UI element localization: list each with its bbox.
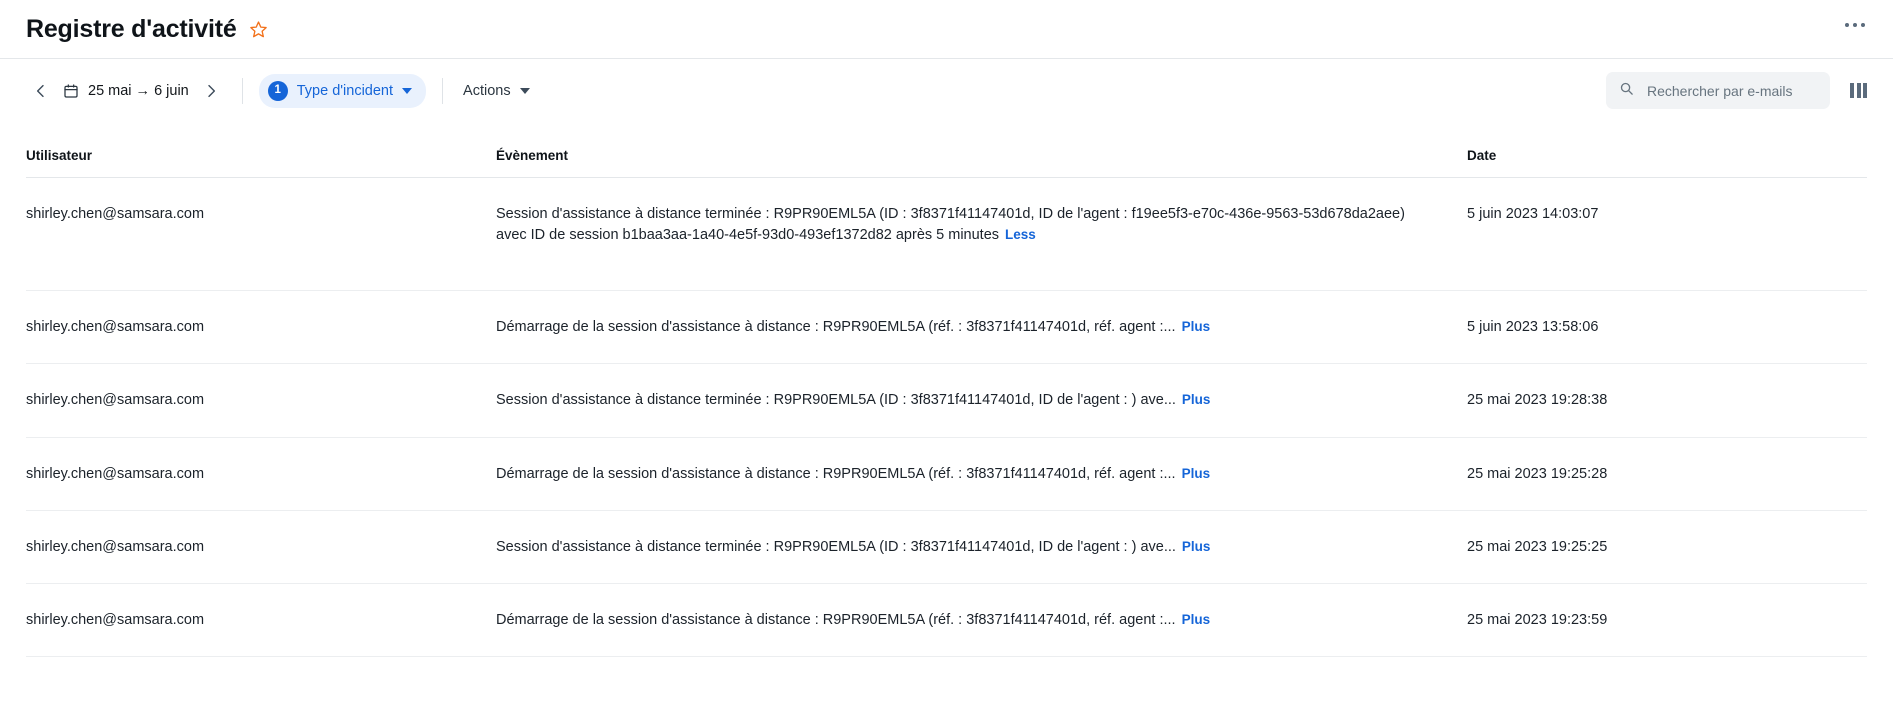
cell-event: Session d'assistance à distance terminée…	[496, 363, 1447, 438]
table-row: shirley.chen@samsara.com Démarrage de la…	[26, 437, 1867, 511]
cell-user: shirley.chen@samsara.com	[26, 177, 496, 292]
filter-chip-label: Type d'incident	[296, 82, 394, 99]
toolbar-divider-left	[241, 77, 243, 104]
cell-user: shirley.chen@samsara.com	[26, 437, 496, 511]
toggle-event-detail-link[interactable]: Plus	[1182, 612, 1211, 627]
column-bar	[1856, 83, 1861, 98]
toggle-event-detail-link[interactable]: Plus	[1182, 466, 1211, 481]
filter-chip-incident-type[interactable]: 1 Type d'incident	[258, 73, 427, 108]
chevron-down-icon	[402, 87, 413, 94]
activity-table: Utilisateur Évènement Date shirley.chen@…	[26, 122, 1867, 658]
date-range-label: 25 mai → 6 juin	[88, 82, 189, 99]
column-bar	[1863, 83, 1867, 98]
event-text: Démarrage de la session d'assistance à d…	[496, 611, 1176, 628]
cell-event: Session d'assistance à distance terminée…	[496, 510, 1447, 584]
next-period-button[interactable]	[196, 76, 226, 106]
filter-count-badge: 1	[267, 80, 288, 101]
table-row: shirley.chen@samsara.com Session d'assis…	[26, 510, 1867, 584]
toggle-event-detail-link[interactable]: Plus	[1182, 319, 1211, 334]
dot	[1861, 23, 1865, 27]
cell-user: shirley.chen@samsara.com	[26, 583, 496, 658]
cell-date: 5 juin 2023 13:58:06	[1447, 290, 1867, 365]
actions-label: Actions	[463, 82, 511, 99]
table-head: Utilisateur Évènement Date	[26, 122, 1867, 178]
column-header-user: Utilisateur	[26, 122, 496, 178]
prev-period-button[interactable]	[26, 76, 56, 106]
table-row: shirley.chen@samsara.com Démarrage de la…	[26, 290, 1867, 365]
cell-date: 25 mai 2023 19:25:28	[1447, 437, 1867, 511]
search-box[interactable]	[1606, 72, 1830, 109]
toolbar-divider-right	[442, 77, 444, 104]
toolbar: 25 mai → 6 juin 1 Type d'incident Action…	[0, 58, 1893, 122]
star-outline-icon[interactable]	[249, 20, 268, 39]
toggle-event-detail-link[interactable]: Plus	[1182, 539, 1211, 554]
table-row: shirley.chen@samsara.com Session d'assis…	[26, 177, 1867, 292]
activity-table-container: Utilisateur Évènement Date shirley.chen@…	[0, 122, 1893, 658]
cell-date: 25 mai 2023 19:28:38	[1447, 363, 1867, 438]
cell-event: Démarrage de la session d'assistance à d…	[496, 583, 1447, 658]
event-text: Session d'assistance à distance terminée…	[496, 392, 1176, 409]
column-header-date: Date	[1447, 122, 1867, 178]
event-text: Session d'assistance à distance terminée…	[496, 206, 1405, 244]
event-text: Session d'assistance à distance terminée…	[496, 538, 1176, 555]
table-row: shirley.chen@samsara.com Session d'assis…	[26, 363, 1867, 438]
cell-event: Démarrage de la session d'assistance à d…	[496, 437, 1447, 511]
cell-date: 25 mai 2023 19:25:25	[1447, 510, 1867, 584]
cell-event: Session d'assistance à distance terminée…	[496, 177, 1447, 292]
page-title: Registre d'activité	[26, 14, 237, 43]
dot	[1853, 23, 1857, 27]
cell-date: 25 mai 2023 19:23:59	[1447, 583, 1867, 658]
date-range-picker[interactable]: 25 mai → 6 juin	[56, 83, 196, 99]
event-text: Démarrage de la session d'assistance à d…	[496, 465, 1176, 482]
cell-user: shirley.chen@samsara.com	[26, 290, 496, 365]
toggle-event-detail-link[interactable]: Plus	[1182, 392, 1211, 407]
columns-icon[interactable]	[1846, 79, 1871, 102]
search-input[interactable]	[1645, 81, 1817, 100]
search-icon	[1619, 81, 1634, 101]
more-horizontal-icon[interactable]	[1839, 17, 1871, 33]
table-row: shirley.chen@samsara.com Démarrage de la…	[26, 583, 1867, 658]
table-header-row: Utilisateur Évènement Date	[26, 122, 1867, 178]
chevron-down-icon	[519, 87, 530, 94]
actions-dropdown[interactable]: Actions	[459, 77, 534, 105]
toolbar-right-group	[1606, 72, 1871, 109]
cell-event: Démarrage de la session d'assistance à d…	[496, 290, 1447, 365]
cell-user: shirley.chen@samsara.com	[26, 363, 496, 438]
column-bar	[1850, 83, 1854, 98]
cell-user: shirley.chen@samsara.com	[26, 510, 496, 584]
event-text: Démarrage de la session d'assistance à d…	[496, 319, 1176, 336]
calendar-icon	[63, 83, 79, 99]
cell-date: 5 juin 2023 14:03:07	[1447, 177, 1867, 292]
table-body: shirley.chen@samsara.com Session d'assis…	[26, 177, 1867, 658]
column-header-event: Évènement	[496, 122, 1447, 178]
page-header: Registre d'activité	[0, 0, 1893, 58]
dot	[1845, 23, 1849, 27]
toggle-event-detail-link[interactable]: Less	[1005, 227, 1036, 242]
